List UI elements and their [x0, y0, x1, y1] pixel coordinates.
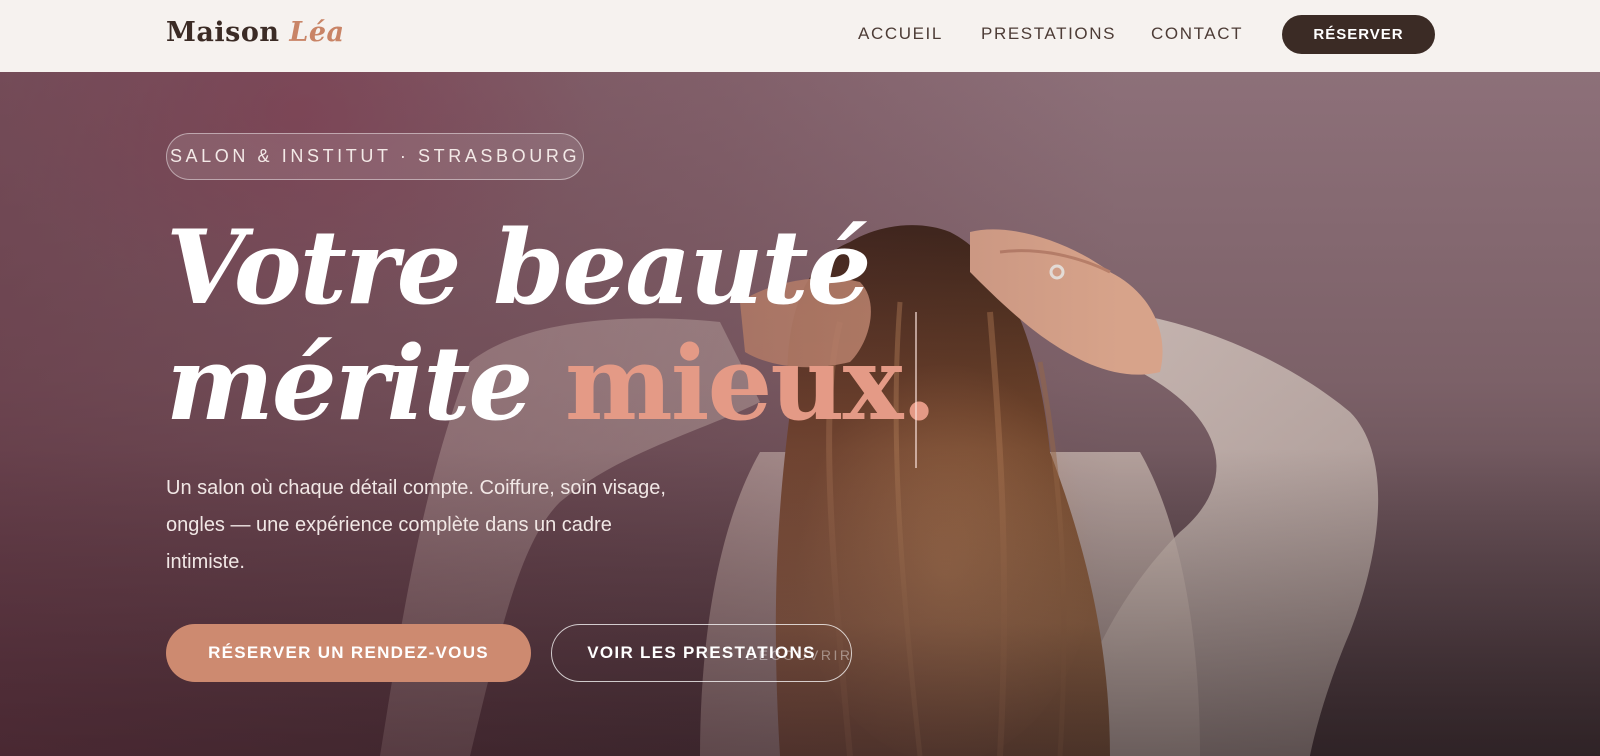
- location-badge: SALON & INSTITUT · STRASBOURG: [166, 133, 584, 180]
- hero-description: Un salon où chaque détail compte. Coiffu…: [166, 477, 666, 573]
- nav-link-accueil[interactable]: ACCUEIL: [858, 24, 943, 44]
- brand-name: Maison: [166, 17, 280, 48]
- text-cursor-line: [915, 312, 917, 468]
- headline-accent-word: mieux.: [564, 324, 937, 444]
- nav-link-contact[interactable]: CONTACT: [1151, 24, 1243, 44]
- top-navbar: Maison Léa ACCUEIL PRESTATIONS CONTACT R…: [0, 0, 1600, 72]
- reserve-button[interactable]: RÉSERVER: [1282, 15, 1435, 54]
- brand-logo[interactable]: Maison Léa: [166, 17, 345, 48]
- brand-name-accent: Léa: [289, 17, 345, 48]
- hero-headline: Votre beauté mérite mieux.: [166, 208, 937, 444]
- hero-section: SALON & INSTITUT · STRASBOURG Votre beau…: [0, 72, 1600, 756]
- book-appointment-button[interactable]: RÉSERVER UN RENDEZ-VOUS: [166, 624, 531, 682]
- scroll-hint[interactable]: DÉCOUVRIR: [746, 647, 853, 663]
- headline-line-2: mérite: [166, 324, 533, 444]
- nav-link-prestations[interactable]: PRESTATIONS: [981, 24, 1116, 44]
- headline-line-1: Votre beauté: [166, 208, 872, 328]
